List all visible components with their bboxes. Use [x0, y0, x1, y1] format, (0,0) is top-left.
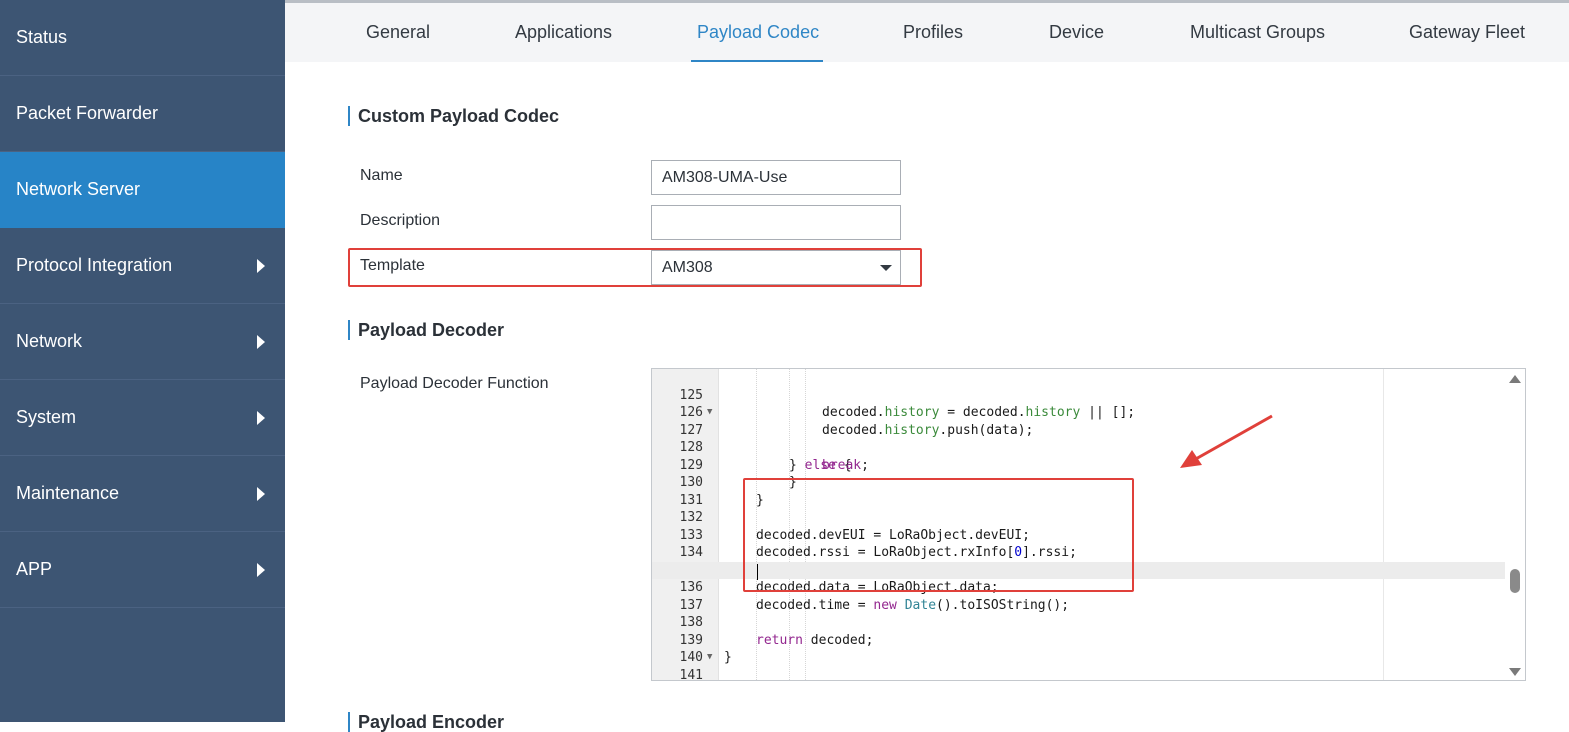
- sidebar-item-network[interactable]: Network: [0, 304, 285, 380]
- sidebar-item-network-server[interactable]: Network Server: [0, 152, 285, 228]
- description-input[interactable]: [651, 205, 901, 240]
- code-line: 127 ▼ } else {: [652, 404, 1507, 473]
- sidebar-item-system[interactable]: System: [0, 380, 285, 456]
- tab-payload-codec[interactable]: Payload Codec: [697, 22, 819, 43]
- fold-arrow-icon[interactable]: ▼: [707, 404, 712, 422]
- sidebar-item-label: Packet Forwarder: [16, 103, 159, 123]
- scroll-down-arrow-icon[interactable]: [1509, 668, 1521, 676]
- code-line: 141 ▼ function readUInt16LE(bytes) {: [652, 649, 1507, 680]
- sidebar-item-packet-forwarder[interactable]: Packet Forwarder: [0, 76, 285, 152]
- sidebar-item-label: Status: [16, 27, 68, 47]
- chevron-right-icon: [257, 411, 265, 425]
- code-line: 142 var value = (bytes[1] << 8) + bytes[…: [652, 667, 1507, 681]
- tab-gateway-fleet[interactable]: Gateway Fleet: [1409, 22, 1525, 43]
- active-tab-indicator: [691, 60, 823, 62]
- annotation-arrow-icon: [1180, 414, 1273, 468]
- chevron-right-icon: [257, 335, 265, 349]
- chevron-right-icon: [257, 563, 265, 577]
- name-input[interactable]: [651, 160, 901, 195]
- sidebar-item-label: APP: [16, 559, 53, 579]
- tab-multicast-groups[interactable]: Multicast Groups: [1190, 22, 1325, 43]
- sidebar-item-label: Maintenance: [16, 483, 120, 503]
- payload-encoder-title: Payload Encoder: [348, 712, 504, 732]
- sidebar-item-label: Protocol Integration: [16, 255, 173, 275]
- decoder-function-label: Payload Decoder Function: [360, 375, 549, 392]
- payload-decoder-title: Payload Decoder: [348, 320, 504, 340]
- chevron-right-icon: [257, 487, 265, 501]
- code-line: 139 }: [679, 632, 732, 666]
- custom-codec-title: Custom Payload Codec: [348, 106, 559, 126]
- scroll-up-arrow-icon[interactable]: [1509, 375, 1521, 383]
- sidebar-item-app[interactable]: APP: [0, 532, 285, 608]
- sidebar-item-protocol-integration[interactable]: Protocol Integration: [0, 228, 285, 304]
- sidebar-item-label: Network Server: [16, 179, 141, 199]
- tab-profiles[interactable]: Profiles: [903, 22, 963, 43]
- tab-bar: General Applications Payload Codec Profi…: [285, 0, 1569, 62]
- code-line: 129 }: [679, 457, 797, 491]
- tab-general[interactable]: General: [366, 22, 430, 43]
- description-label: Description: [360, 212, 441, 229]
- code-line: 140: [679, 650, 703, 665]
- sidebar-item-maintenance[interactable]: Maintenance: [0, 456, 285, 532]
- tab-device[interactable]: Device: [1049, 22, 1104, 43]
- code-line: 138 return decoded;: [679, 615, 874, 648]
- code-line: 130 }: [679, 475, 764, 508]
- sidebar-item-status[interactable]: Status: [0, 0, 285, 76]
- code-line: 125 decoded.history = decoded.history ||…: [679, 387, 1136, 421]
- name-label: Name: [360, 167, 403, 184]
- sidebar-item-label: Network: [16, 331, 83, 351]
- sidebar: Status Packet Forwarder Network Server P…: [0, 0, 285, 722]
- sidebar-item-label: System: [16, 407, 77, 427]
- code-line: 128 break;: [679, 440, 869, 473]
- template-highlight-box: [348, 248, 922, 287]
- code-highlight-box: [743, 478, 1134, 592]
- code-line: 126 decoded.history.push(data);: [679, 405, 1034, 438]
- editor-scrollbar[interactable]: [1505, 369, 1525, 680]
- chevron-right-icon: [257, 259, 265, 273]
- fold-arrow-icon[interactable]: ▼: [707, 649, 712, 667]
- scroll-thumb[interactable]: [1510, 569, 1520, 593]
- tab-applications[interactable]: Applications: [515, 22, 612, 43]
